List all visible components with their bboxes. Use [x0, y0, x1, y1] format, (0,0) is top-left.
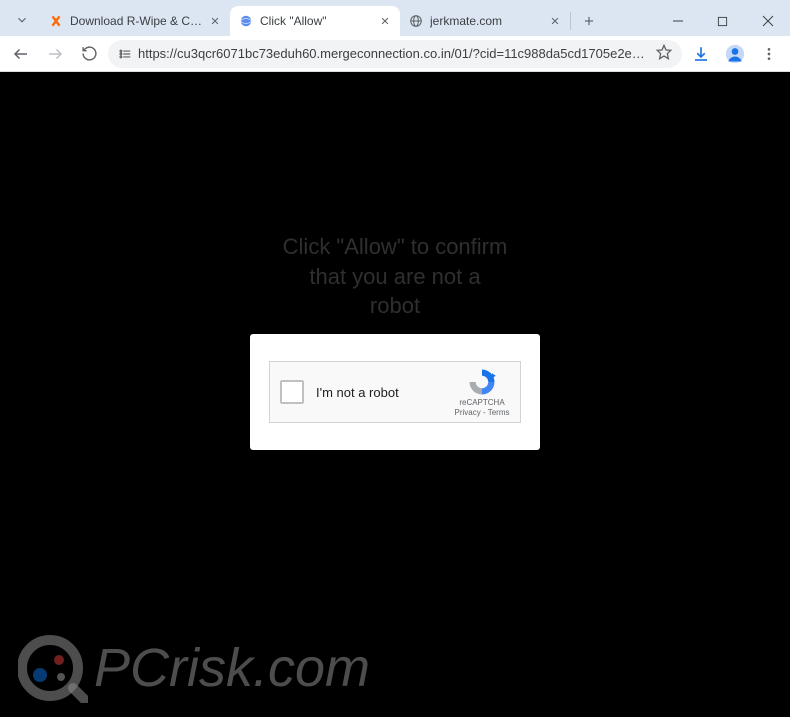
prompt-line-3: robot	[0, 291, 790, 321]
page-content: Click "Allow" to confirm that you are no…	[0, 72, 790, 717]
window-titlebar: Download R-Wipe & Clean 20.0 Click "Allo…	[0, 0, 790, 36]
favicon-icon	[48, 13, 64, 29]
url-text: https://cu3qcr6071bc73eduh60.mergeconnec…	[138, 46, 650, 61]
recaptcha-widget[interactable]: I'm not a robot reCAPTCHA Privacy - Term…	[269, 361, 521, 423]
forward-button[interactable]	[40, 39, 70, 69]
watermark-logo-icon	[18, 633, 88, 703]
watermark-text: PCrisk.com	[94, 637, 370, 699]
tab-1[interactable]: Download R-Wipe & Clean 20.0	[40, 6, 230, 36]
back-button[interactable]	[6, 39, 36, 69]
recaptcha-label: I'm not a robot	[316, 385, 454, 400]
recaptcha-checkbox[interactable]	[280, 380, 304, 404]
address-bar[interactable]: https://cu3qcr6071bc73eduh60.mergeconnec…	[108, 40, 682, 68]
tab-2-active[interactable]: Click "Allow"	[230, 6, 400, 36]
tab-strip: Download R-Wipe & Clean 20.0 Click "Allo…	[40, 6, 603, 36]
tab-2-title: Click "Allow"	[260, 14, 374, 28]
browser-toolbar: https://cu3qcr6071bc73eduh60.mergeconnec…	[0, 36, 790, 72]
tab-1-title: Download R-Wipe & Clean 20.0	[70, 14, 204, 28]
globe-icon	[408, 13, 424, 29]
tab-separator	[570, 12, 571, 30]
recaptcha-card: I'm not a robot reCAPTCHA Privacy - Term…	[250, 334, 540, 450]
close-window-button[interactable]	[745, 6, 790, 36]
recaptcha-brand: reCAPTCHA Privacy - Terms	[454, 367, 510, 417]
bookmark-star-icon[interactable]	[656, 44, 672, 63]
prompt-line-1: Click "Allow" to confirm	[0, 232, 790, 262]
fake-prompt-text: Click "Allow" to confirm that you are no…	[0, 232, 790, 321]
window-controls	[655, 6, 790, 36]
tab-3-title: jerkmate.com	[430, 14, 544, 28]
close-icon[interactable]	[208, 14, 222, 28]
minimize-button[interactable]	[655, 6, 700, 36]
tab-3[interactable]: jerkmate.com	[400, 6, 570, 36]
recaptcha-icon	[467, 367, 497, 397]
prompt-line-2: that you are not a	[0, 262, 790, 292]
reload-button[interactable]	[74, 39, 104, 69]
close-icon[interactable]	[548, 14, 562, 28]
menu-button[interactable]	[754, 39, 784, 69]
downloads-button[interactable]	[686, 39, 716, 69]
recaptcha-brand-name: reCAPTCHA	[459, 398, 504, 408]
favicon-icon	[238, 13, 254, 29]
maximize-button[interactable]	[700, 6, 745, 36]
new-tab-button[interactable]	[575, 7, 603, 35]
close-icon[interactable]	[378, 14, 392, 28]
tab-search-button[interactable]	[10, 8, 34, 32]
site-info-icon[interactable]	[118, 47, 132, 61]
profile-button[interactable]	[720, 39, 750, 69]
recaptcha-brand-links[interactable]: Privacy - Terms	[455, 408, 510, 418]
watermark: PCrisk.com	[18, 633, 370, 703]
